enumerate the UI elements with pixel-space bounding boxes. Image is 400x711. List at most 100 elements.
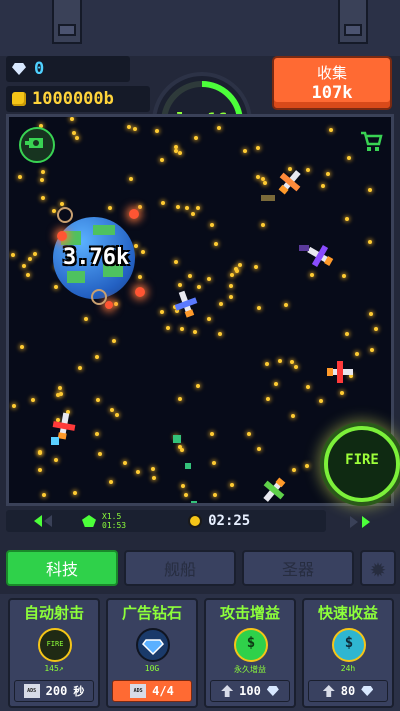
coin-particle	[174, 260, 178, 264]
coin-particle	[345, 217, 349, 221]
coin-particle	[151, 467, 155, 471]
coin-particle	[229, 284, 233, 288]
card-sub: 10G	[144, 664, 160, 673]
card-attack-boost[interactable]: 攻击增益 $ 永久增益 100	[204, 598, 296, 708]
card-ad-diamonds[interactable]: 广告钻石 10G ADS 4/4	[106, 598, 198, 708]
coin-particle	[184, 493, 188, 497]
player-ship[interactable]	[171, 288, 201, 320]
coin-particle	[129, 177, 133, 181]
coin-particle	[109, 480, 113, 484]
coin-particle	[33, 252, 37, 256]
gem-icon	[266, 686, 279, 696]
coin-particle	[138, 205, 142, 209]
coin-particle	[194, 136, 198, 140]
ship-trail	[261, 195, 275, 201]
enemy-ship[interactable]	[257, 473, 291, 503]
coin-particle	[134, 244, 138, 248]
coin-particle	[133, 127, 137, 131]
tab-relics[interactable]: 圣器	[242, 550, 354, 586]
ship-boost-icon	[82, 515, 96, 527]
card-sub: 24h	[340, 664, 356, 673]
card-action-button[interactable]: ADS 200 秒	[14, 680, 94, 702]
fire-icon: FIRE	[38, 628, 72, 662]
coin-particle	[305, 464, 309, 468]
coin-particle	[274, 382, 278, 386]
planet-defense-orb	[105, 301, 113, 309]
fire-button[interactable]: FIRE	[324, 426, 400, 502]
coin-particle	[306, 385, 310, 389]
coin-particle	[306, 168, 310, 172]
upgrade-cards: 自动射击 FIRE 145↗ ADS 200 秒 广告钻石 10G ADS 4/…	[0, 594, 400, 711]
coin-particle	[59, 392, 63, 396]
coin-particle	[214, 242, 218, 246]
timer-icon	[188, 514, 203, 528]
coin-particle	[58, 386, 62, 390]
coin-particle	[218, 332, 222, 336]
coin-particle	[329, 128, 333, 132]
shop-cart-icon[interactable]	[359, 129, 383, 153]
camera-icon[interactable]	[19, 127, 55, 163]
coin-particle	[290, 360, 294, 364]
coin-particle	[54, 285, 58, 289]
coin-particle	[138, 275, 142, 279]
gem-counter: 0	[6, 56, 130, 82]
coin-particle	[160, 158, 164, 162]
coin-particle	[176, 205, 180, 209]
frame-clip-right	[338, 0, 368, 44]
collect-button[interactable]: 收集 107k	[272, 56, 392, 110]
card-auto-fire[interactable]: 自动射击 FIRE 145↗ ADS 200 秒	[8, 598, 100, 708]
coin-particle	[210, 432, 214, 436]
arrow-left-icon[interactable]	[34, 515, 42, 527]
coin-particle	[127, 125, 131, 129]
coin-particle	[54, 458, 58, 462]
coin-particle	[213, 493, 217, 497]
coin-particle	[263, 181, 267, 185]
coin-particle	[217, 126, 221, 130]
card-title: 广告钻石	[121, 604, 182, 622]
tab-bar: 科技 舰船 圣器 ✹	[0, 546, 400, 592]
collect-amount: 107k	[311, 83, 353, 103]
card-action-button[interactable]: 80	[308, 680, 388, 702]
coin-particle	[60, 202, 64, 206]
card-action-button[interactable]: ADS 4/4	[112, 680, 192, 702]
coin-particle	[178, 151, 182, 155]
coin-particle	[368, 240, 372, 244]
debris	[185, 463, 191, 469]
dollar-coin-icon: $	[332, 628, 366, 662]
coin-particle	[188, 274, 192, 278]
coin-particle	[70, 117, 74, 121]
card-fast-income[interactable]: 快速收益 $ 24h 80	[302, 598, 394, 708]
coin-particle	[185, 206, 189, 210]
coin-particle	[207, 317, 211, 321]
coin-particle	[254, 265, 258, 269]
coin-particle	[84, 317, 88, 321]
coin-particle	[178, 397, 182, 401]
coin-particle	[238, 263, 242, 267]
coin-particle	[52, 209, 56, 213]
coin-particle	[370, 348, 374, 352]
coin-particle	[181, 484, 185, 488]
settings-button[interactable]: ✹	[360, 550, 396, 586]
tab-tech[interactable]: 科技	[6, 550, 118, 586]
collect-label: 收集	[316, 64, 347, 82]
coin-particle	[347, 156, 351, 160]
coin-particle	[40, 178, 44, 182]
coin-particle	[28, 257, 32, 261]
upgrade-arrow-icon	[221, 685, 234, 697]
dollar-coin-icon: $	[234, 628, 268, 662]
enemy-ship[interactable]	[327, 361, 353, 383]
coin-particle	[207, 277, 211, 281]
coin-particle	[38, 451, 42, 455]
ship-trail	[51, 437, 59, 445]
arrow-right-icon[interactable]	[362, 516, 370, 528]
tab-ships[interactable]: 舰船	[124, 550, 236, 586]
coin-particle	[41, 170, 45, 174]
fire-button-label: FIRE	[345, 452, 379, 468]
arrow-right-icon	[350, 516, 358, 528]
card-action-button[interactable]: 100	[210, 680, 290, 702]
enemy-ship[interactable]	[273, 165, 307, 199]
debris	[173, 435, 181, 443]
card-title: 自动射击	[23, 604, 84, 622]
card-title: 快速收益	[317, 604, 378, 622]
coin-particle	[31, 398, 35, 402]
